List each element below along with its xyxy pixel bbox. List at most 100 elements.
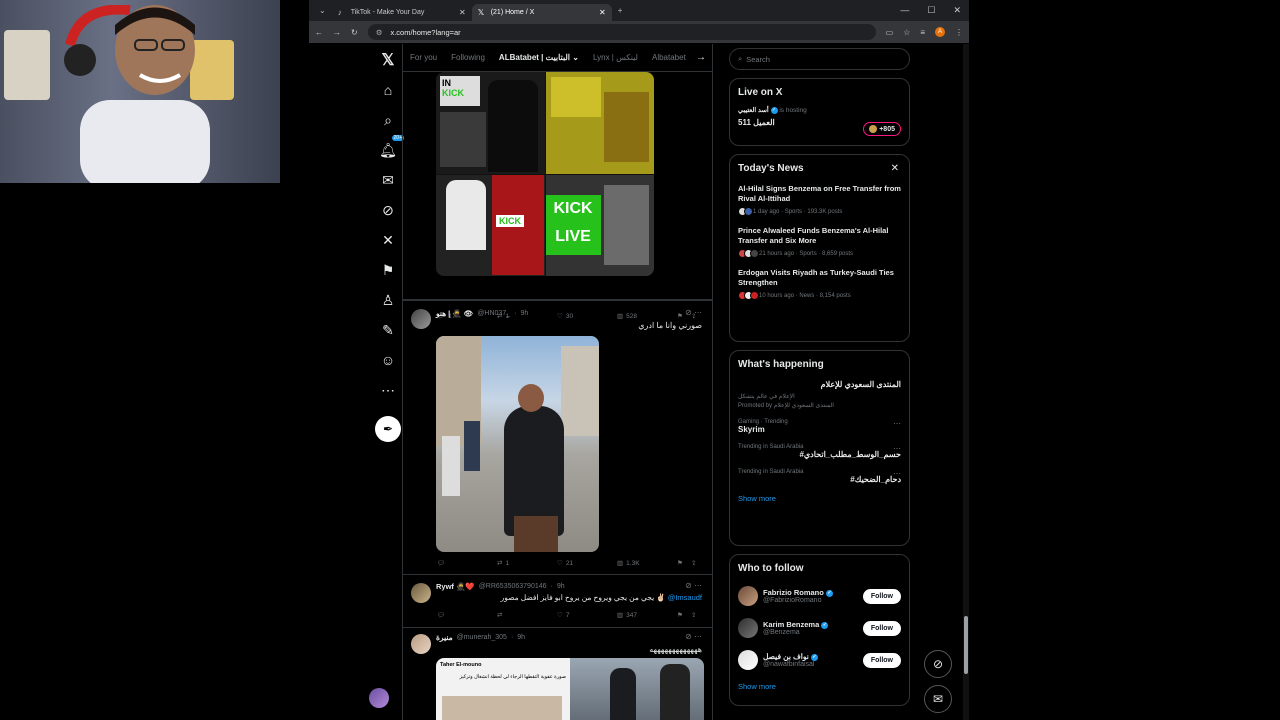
- repost-button[interactable]: ⇄ 1: [497, 559, 557, 568]
- close-tab-icon[interactable]: ✕: [599, 8, 606, 17]
- bookmark-star-icon[interactable]: ☆: [903, 28, 910, 37]
- like-button[interactable]: ♡ 21: [557, 559, 617, 568]
- close-window-icon[interactable]: ✕: [953, 5, 961, 16]
- avatar[interactable]: [411, 309, 431, 329]
- trend-item[interactable]: Gaming · Trending Skyrim ⋯: [738, 419, 901, 434]
- post[interactable]: هنو | 🥷 👁 @HN037_ · 9h ⊘ ⋯ صورني وانا ما…: [403, 300, 712, 575]
- grok-icon[interactable]: ⊘ ⋯: [685, 632, 702, 641]
- messages-icon[interactable]: ✉: [376, 168, 400, 192]
- search-icon[interactable]: ⌕: [376, 108, 400, 132]
- reply-button[interactable]: 💬︎: [437, 559, 497, 567]
- page-scrollbar[interactable]: [963, 44, 969, 720]
- show-more-link[interactable]: Show more: [738, 682, 901, 691]
- repost-button[interactable]: ⇄: [497, 611, 557, 619]
- more-icon[interactable]: ⋯: [376, 378, 400, 402]
- grok-float-button[interactable]: ⊘: [924, 650, 952, 678]
- follow-suggestion[interactable]: نواف بن فيصل ✓ @nawafbinfaisal Follow: [738, 650, 901, 670]
- browser-window: ⌄ ♪ TikTok - Make Your Day ✕ 𝕏 (21) Home…: [309, 0, 969, 720]
- more-icon[interactable]: ⋯: [893, 444, 901, 453]
- bookmark-button[interactable]: ⚑: [677, 559, 691, 567]
- account-avatar[interactable]: [369, 688, 389, 708]
- tab-following[interactable]: Following: [444, 53, 492, 62]
- close-tab-icon[interactable]: ✕: [459, 8, 466, 17]
- notifications-bell-icon[interactable]: 🔔︎ 20+: [376, 135, 404, 162]
- new-tab-button[interactable]: +: [618, 6, 623, 15]
- avatar[interactable]: [411, 634, 431, 654]
- compose-post-button[interactable]: ✒: [375, 416, 401, 442]
- tab-search-icon[interactable]: ⌄: [319, 6, 326, 15]
- follow-suggestion[interactable]: Fabrizio Romano ✓ @FabrizioRomano Follow: [738, 586, 901, 606]
- bookmark-button[interactable]: ⚑: [677, 611, 691, 619]
- forward-icon[interactable]: →: [333, 28, 341, 37]
- follow-button[interactable]: Follow: [862, 652, 901, 668]
- menu-icon[interactable]: ⋮: [955, 28, 963, 37]
- home-icon[interactable]: ⌂: [376, 78, 400, 102]
- news-item[interactable]: Prince Alwaleed Funds Benzema's Al-Hilal…: [738, 226, 901, 258]
- chevron-down-icon: ⌄: [572, 53, 579, 62]
- verified-icon: ✓: [770, 106, 778, 114]
- post-media[interactable]: Taher El-mouno صورة عفوية التقطها الرجاء…: [436, 658, 704, 720]
- reload-icon[interactable]: ↻: [351, 28, 358, 37]
- url-field[interactable]: ⚙ x.com/home?lang=ar: [367, 24, 876, 40]
- tab-x-home[interactable]: 𝕏 (21) Home / X ✕: [471, 4, 612, 21]
- reply-button[interactable]: 💬︎: [437, 611, 497, 619]
- news-item[interactable]: Al-Hilal Signs Benzema on Free Transfer …: [738, 184, 901, 216]
- tab-albatabet[interactable]: ALBatabet | البتابيت ⌄: [492, 53, 586, 62]
- grok-icon[interactable]: ⊘: [376, 198, 400, 222]
- tab-lynx[interactable]: Lynx | لينكس: [586, 53, 645, 62]
- post-image-collage[interactable]: IN KICK KICK KICK LIVE: [436, 72, 654, 276]
- site-info-icon[interactable]: ⚙: [376, 28, 383, 37]
- grok-icon[interactable]: ⊘ ⋯: [685, 581, 702, 590]
- tab-tiktok[interactable]: ♪ TikTok - Make Your Day ✕: [332, 4, 472, 21]
- live-card[interactable]: Live on X أسد العتيبي ✓ is hosting العمي…: [729, 78, 910, 146]
- live-host[interactable]: أسد العتيبي ✓ is hosting: [738, 106, 901, 114]
- news-item[interactable]: Erdogan Visits Riyadh as Turkey-Saudi Ti…: [738, 268, 901, 300]
- follow-button[interactable]: Follow: [862, 620, 901, 636]
- search-input[interactable]: ⌕ Search: [729, 48, 910, 70]
- scroll-tabs-right-icon[interactable]: →: [696, 52, 706, 63]
- show-more-link[interactable]: Show more: [738, 494, 901, 503]
- premium-x-icon[interactable]: ✕: [376, 228, 400, 252]
- share-button[interactable]: ⇪: [691, 611, 696, 619]
- like-button[interactable]: ♡ 7: [557, 611, 617, 620]
- more-icon[interactable]: ⋯: [893, 419, 901, 428]
- avatar[interactable]: [738, 586, 758, 606]
- post[interactable]: Rywf 🥷❤️ @RR6535063790146 · 9h ⊘ ⋯ يجي م…: [403, 575, 712, 628]
- address-bar: ← → ↻ ⚙ x.com/home?lang=ar ▭ ☆ ≡ A ⋮: [309, 21, 969, 43]
- communities-icon[interactable]: ✎: [376, 318, 400, 342]
- promoted-trend[interactable]: المنتدى السعودي للإعلام الإعلام في عالم …: [738, 380, 901, 409]
- maximize-icon[interactable]: ☐: [927, 5, 935, 16]
- extensions-icon[interactable]: ≡: [920, 28, 925, 37]
- live-listeners-badge[interactable]: +805: [863, 122, 901, 136]
- avatar[interactable]: [738, 618, 758, 638]
- tab-albatabet-2[interactable]: Albatabet: [645, 53, 693, 62]
- close-icon[interactable]: ✕: [891, 163, 899, 174]
- post-collage[interactable]: IN KICK KICK KICK LIVE 💬︎ 1 ⇄ 1 ♡ 30 ▥ 5…: [403, 72, 712, 320]
- avatar[interactable]: [738, 650, 758, 670]
- avatar[interactable]: [411, 583, 431, 603]
- bookmarks-icon[interactable]: ⚑: [376, 258, 400, 282]
- trend-item[interactable]: Trending in Saudi Arabia #دحام_الضحيك ⋯: [738, 469, 901, 484]
- cast-icon[interactable]: ▭: [886, 28, 894, 37]
- views-button[interactable]: ▥ 1.3K: [617, 559, 677, 568]
- post[interactable]: منيرة @munerah_305 · 9h ⊘ ⋯ هههههههههههه…: [403, 628, 712, 720]
- profile-avatar[interactable]: A: [935, 27, 945, 37]
- share-button[interactable]: ⇪: [691, 559, 696, 567]
- profile-icon[interactable]: ☺: [376, 348, 400, 372]
- follow-button[interactable]: Follow: [862, 588, 901, 604]
- follow-suggestion[interactable]: Karim Benzema ✓ @Benzema Follow: [738, 618, 901, 638]
- post-photo[interactable]: [436, 336, 599, 552]
- person-head: [518, 384, 544, 412]
- messages-float-button[interactable]: ✉: [924, 685, 952, 713]
- x-logo-icon[interactable]: 𝕏: [376, 48, 400, 72]
- views-button[interactable]: ▥ 347: [617, 611, 677, 620]
- jobs-icon[interactable]: ♙: [376, 288, 400, 312]
- tab-for-you[interactable]: For you: [403, 53, 444, 62]
- minimize-icon[interactable]: —: [900, 5, 909, 16]
- scrollbar-thumb[interactable]: [964, 616, 968, 674]
- grok-icon[interactable]: ⊘ ⋯: [685, 308, 702, 317]
- mention-link[interactable]: @Imsaudf: [668, 593, 702, 602]
- trend-item[interactable]: Trending in Saudi Arabia #حسم_الوسط_مطلب…: [738, 444, 901, 459]
- back-icon[interactable]: ←: [315, 28, 323, 37]
- more-icon[interactable]: ⋯: [893, 469, 901, 478]
